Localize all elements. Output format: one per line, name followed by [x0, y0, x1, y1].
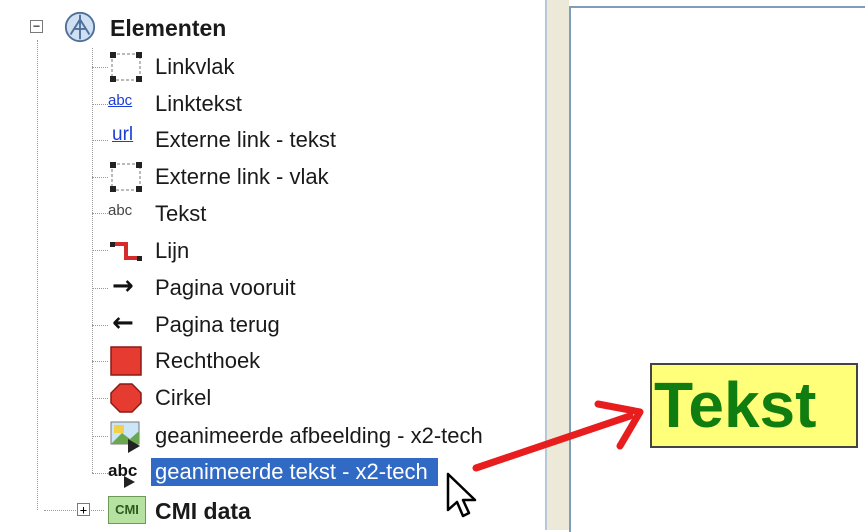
canvas-text-element[interactable]: Tekst	[650, 363, 858, 448]
tree-item-pagina-terug[interactable]: Pagina terug	[155, 311, 280, 339]
tree-branch	[92, 361, 108, 362]
tree-branch	[44, 510, 104, 511]
line-icon	[110, 242, 142, 261]
tree-item-cirkel[interactable]: Cirkel	[155, 384, 211, 412]
tree-root-cmi-data[interactable]: CMI data	[155, 497, 251, 525]
circle-icon	[110, 383, 142, 413]
tree-branch	[92, 140, 108, 141]
tree-root-elements[interactable]: Elementen	[110, 14, 226, 42]
tree-item-geanimeerde-afbeelding[interactable]: geanimeerde afbeelding - x2-tech	[155, 422, 483, 450]
external-link-text-icon: url	[112, 124, 134, 145]
animated-image-icon	[110, 421, 140, 453]
tree-branch	[92, 104, 108, 105]
tree-branch	[92, 473, 108, 474]
tree-item-externe-link-tekst[interactable]: Externe link - tekst	[155, 126, 336, 154]
cmi-icon: CMI	[108, 496, 146, 524]
external-link-area-icon	[110, 162, 142, 192]
arrow-left-icon: ←	[112, 308, 134, 338]
tree-root-line	[37, 40, 38, 510]
tree-item-externe-link-vlak[interactable]: Externe link - vlak	[155, 163, 329, 191]
tree-item-linktekst[interactable]: Linktekst	[155, 90, 242, 118]
rectangle-icon	[110, 346, 142, 376]
tree-item-tekst[interactable]: Tekst	[155, 200, 206, 228]
tree-item-geanimeerde-tekst[interactable]: geanimeerde tekst - x2-tech	[151, 458, 438, 486]
tree-branch	[92, 436, 108, 437]
tree-branch	[92, 213, 108, 214]
tree-item-pagina-vooruit[interactable]: Pagina vooruit	[155, 274, 296, 302]
collapse-elements-button[interactable]: −	[30, 20, 43, 33]
link-text-icon: abc	[108, 92, 133, 109]
tree-branch	[92, 398, 108, 399]
text-icon: abc	[108, 202, 133, 219]
tree-children-line	[92, 48, 93, 473]
tree-branch	[92, 67, 108, 68]
animated-text-play-icon	[124, 476, 135, 488]
tree-item-rechthoek[interactable]: Rechthoek	[155, 347, 260, 375]
arrow-right-icon: →	[112, 271, 134, 301]
tree-item-lijn[interactable]: Lijn	[155, 237, 189, 265]
tree-branch	[92, 250, 108, 251]
element-tree-panel: − Elementen Linkvlak abc Linktekst url E…	[0, 0, 547, 530]
link-area-icon	[110, 52, 142, 82]
tree-branch	[92, 177, 108, 178]
elements-globe-icon	[64, 11, 96, 43]
tree-item-linkvlak[interactable]: Linkvlak	[155, 53, 234, 81]
drag-arrow-icon	[472, 400, 644, 472]
expand-cmi-data-button[interactable]: +	[77, 503, 90, 516]
tree-branch	[92, 325, 108, 326]
tree-branch	[92, 288, 108, 289]
